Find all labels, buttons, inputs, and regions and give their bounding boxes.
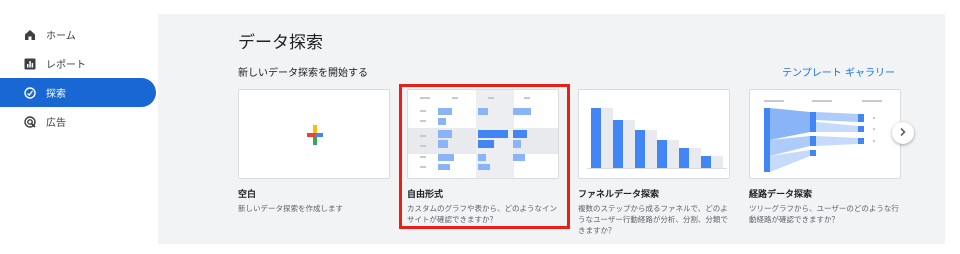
funnel-chart-illustration (587, 108, 727, 169)
card-path[interactable]: 経路データ探索 ツリーグラフから、ユーザーのどのような行動経路が確認できますか？ (749, 89, 901, 225)
selection-highlight (399, 84, 570, 229)
template-gallery-link[interactable]: テンプレート ギャラリー (782, 64, 895, 79)
card-title: 経路データ探索 (749, 190, 813, 200)
card-thumbnail (578, 89, 730, 179)
chevron-right-icon (898, 126, 908, 141)
sidebar-item-ads[interactable]: 広告 (0, 107, 158, 136)
home-icon (24, 29, 36, 41)
card-thumbnail (749, 89, 901, 179)
path-chart-illustration (764, 100, 882, 172)
card-title: ファネルデータ探索 (578, 190, 660, 200)
card-thumbnail (238, 89, 390, 179)
card-description: 複数のステップから成るファネルで、どのようなユーザー行動経路が分析、分割、分類で… (578, 204, 728, 235)
section-label: 新しいデータ探索を開始する (238, 68, 368, 79)
app-window: ホーム レポート 探索 広告 データ探索 新しいデータ探索を開始する テンプレー… (0, 0, 960, 254)
sidebar-item-reports[interactable]: レポート (0, 49, 158, 78)
sidebar-item-label: ホーム (46, 31, 76, 42)
sidebar-item-label: レポート (46, 60, 86, 71)
bar-chart-icon (24, 58, 36, 70)
plus-icon (307, 125, 323, 145)
sidebar-item-explore[interactable]: 探索 (0, 78, 156, 107)
sidebar: ホーム レポート 探索 広告 (0, 0, 158, 254)
card-description: ツリーグラフから、ユーザーのどのような行動経路が確認できますか？ (749, 204, 899, 224)
card-title: 空白 (238, 190, 257, 200)
explore-icon (24, 86, 36, 99)
card-funnel[interactable]: ファネルデータ探索 複数のステップから成るファネルで、どのようなユーザー行動経路… (578, 89, 730, 236)
carousel-next-button[interactable] (892, 122, 914, 144)
sidebar-item-label: 探索 (46, 89, 66, 100)
card-blank[interactable]: 空白 新しいデータ探索を作成します (238, 89, 390, 214)
card-description: 新しいデータ探索を作成します (238, 204, 343, 213)
sidebar-item-label: 広告 (46, 118, 66, 129)
page-title: データ探索 (238, 33, 323, 53)
ads-icon (24, 115, 36, 128)
sidebar-item-home[interactable]: ホーム (0, 20, 158, 49)
